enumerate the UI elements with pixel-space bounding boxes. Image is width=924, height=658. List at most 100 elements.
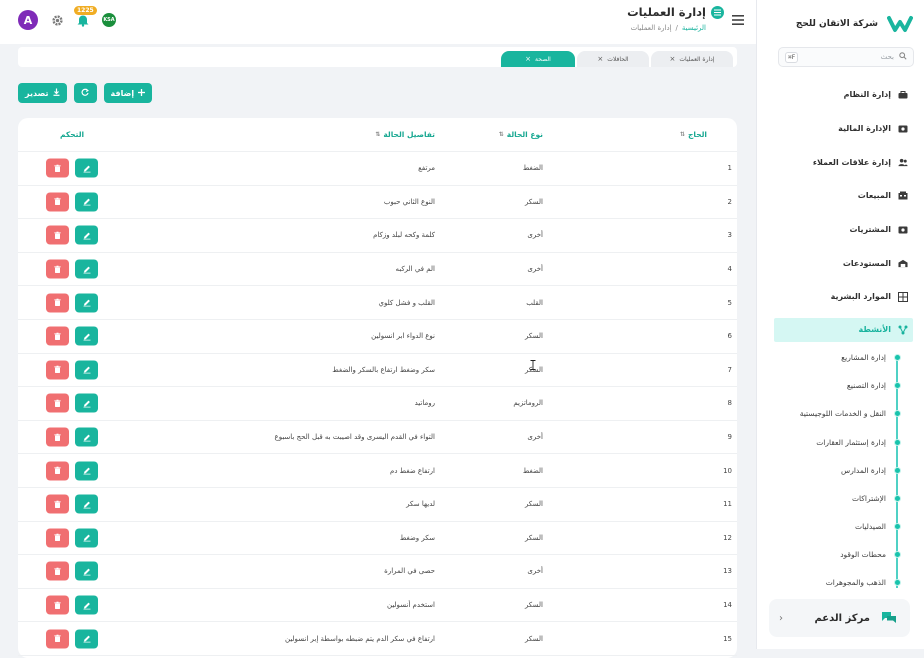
edit-button[interactable] [75,427,98,447]
edit-button[interactable] [75,158,98,178]
sidebar-item-finance[interactable]: الإدارة المالية [756,112,924,146]
pencil-icon [83,568,90,576]
tab-health[interactable]: الصحة × [501,51,575,67]
edit-button[interactable] [75,595,98,615]
brand[interactable]: شركة الاتقان للحج [767,10,914,38]
edit-button[interactable] [75,225,98,245]
edit-button[interactable] [75,360,98,380]
row-actions [46,158,98,178]
trash-icon [54,466,61,475]
sidebar-item-system[interactable]: إدارة النظام [756,78,924,112]
column-header-pilgrim[interactable]: الحاج ⇅ [680,130,707,139]
delete-button[interactable] [46,225,69,245]
sidebar-item-label: الأنشطة [858,325,892,335]
sidebar-item-purchases[interactable]: المشتريات [756,213,924,247]
gear-icon[interactable] [50,13,64,27]
column-header-label: نوع الحالة [506,130,543,139]
delete-button[interactable] [46,393,69,413]
breadcrumb-home[interactable]: الرئيسية [682,24,706,32]
column-header-type[interactable]: نوع الحالة ⇅ [499,130,543,139]
case-type-cell: السكر [524,500,543,509]
edit-button[interactable] [75,561,98,581]
delete-button[interactable] [46,528,69,548]
submenu-item-subscriptions[interactable]: الإشتراكات [852,494,886,503]
delete-button[interactable] [46,561,69,581]
submenu-item-manufacturing[interactable]: إدارة التصنيع [847,381,886,390]
top-header: إدارة العمليات الرئيسية / إدارة العمليات… [0,0,756,44]
support-center-label: مركز الدعم [814,612,870,624]
pilgrim-number-cell: 2 [727,197,732,206]
column-header-control: التحكم [60,130,84,139]
delete-button[interactable] [46,427,69,447]
edit-button[interactable] [75,494,98,514]
edit-button[interactable] [75,461,98,481]
add-button[interactable]: إضافة [103,83,153,103]
pilgrim-number-cell: 8 [727,399,732,408]
sidebar-item-activities[interactable]: الأنشطة [774,317,913,342]
submenu-item-projects[interactable]: إدارة المشاريع [841,353,886,362]
submenu-item-logistics[interactable]: النقل و الخدمات اللوجيستية [800,409,886,418]
delete-button[interactable] [46,293,69,313]
pencil-icon [83,501,90,509]
notifications-badge: 1225 [74,6,97,15]
submenu-item-gold[interactable]: الذهب والمجوهرات [826,578,886,587]
edit-button[interactable] [75,293,98,313]
hamburger-menu-icon[interactable] [732,15,744,25]
delete-button[interactable] [46,192,69,212]
trash-icon [54,534,61,542]
submenu-item-pharmacies[interactable]: الصيدليات [855,522,886,531]
case-type-cell: السكر [524,197,543,206]
delete-button[interactable] [46,595,69,615]
submenu-item-fuel-stations[interactable]: محطات الوقود [840,550,886,559]
close-icon[interactable]: × [670,55,676,63]
edit-button[interactable] [75,393,98,413]
close-icon[interactable]: × [597,55,603,63]
submenu-dot [894,523,901,530]
case-details-cell: استخدم أنسولين [386,601,435,610]
trash-icon [54,366,61,374]
sidebar: شركة الاتقان للحج بحث F⌘ إدارة النظام ال… [756,0,924,649]
sidebar-item-sales[interactable]: المبيعات [756,179,924,213]
sidebar-item-hr[interactable]: الموارد البشرية [756,280,924,314]
column-header-details[interactable]: تفاصيل الحالة ⇅ [375,130,435,139]
edit-button[interactable] [75,326,98,346]
table-row: 8 الروماتزيم روماتيد [18,387,737,421]
edit-button[interactable] [75,528,98,548]
pencil-icon [83,333,90,341]
sidebar-item-warehouses[interactable]: المستودعات [756,246,924,280]
delete-button[interactable] [46,259,69,279]
delete-button[interactable] [46,360,69,380]
support-center-button[interactable]: مركز الدعم ‹ [769,599,910,637]
submenu-item-schools[interactable]: إدارة المدارس [841,466,886,475]
tab-operations[interactable]: إدارة العمليات × [651,51,733,67]
submenu-item-real-estate[interactable]: إدارة إستثمار العقارات [816,438,886,447]
close-icon[interactable]: × [525,55,531,63]
trash-icon [54,601,61,609]
purchases-icon [898,225,908,235]
sidebar-item-crm[interactable]: إدارة علاقات العملاء [756,145,924,179]
pencil-icon [83,434,90,442]
edit-button[interactable] [75,192,98,212]
submenu-dot [894,382,901,389]
delete-button[interactable] [46,494,69,514]
trash-icon [54,198,61,206]
delete-button[interactable] [46,326,69,346]
pilgrim-number-cell: 14 [723,601,732,610]
case-type-cell: الضغط [522,466,543,475]
avatar[interactable]: A [18,10,38,30]
tab-buses[interactable]: الحافلات × [577,51,649,67]
sidebar-search-input[interactable]: بحث F⌘ [778,47,914,67]
case-type-cell: السكر [524,634,543,643]
refresh-button[interactable] [73,83,97,103]
export-button[interactable]: تصدير [18,83,67,103]
language-flag-icon[interactable]: KSA [102,13,116,27]
table-row: 5 القلب القلب و فشل كلوي [18,286,737,320]
case-details-cell: التواء في القدم اليسرى وقد اصيبت به قبل … [274,433,435,442]
notifications-bell[interactable]: 1225 [74,6,97,27]
delete-button[interactable] [46,461,69,481]
edit-button[interactable] [75,629,98,649]
delete-button[interactable] [46,629,69,649]
delete-button[interactable] [46,158,69,178]
table-row: 1 الضغط مرتفع [18,152,737,186]
edit-button[interactable] [75,259,98,279]
